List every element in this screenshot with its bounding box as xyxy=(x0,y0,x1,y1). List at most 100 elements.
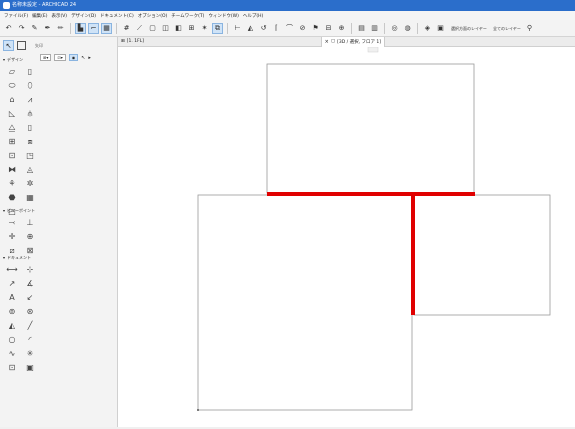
measure-icon[interactable]: ◫ xyxy=(160,23,171,34)
arc-tool-icon[interactable]: ◜ xyxy=(24,334,36,345)
tab-floor-plan[interactable]: ⊞ [1. 1FL] xyxy=(118,37,147,47)
elevation-icon[interactable]: ⊕ xyxy=(336,23,347,34)
cursor-icon[interactable]: ↖ xyxy=(81,55,85,61)
properties-icon[interactable]: ▥ xyxy=(369,23,380,34)
level-dimension-tool-icon[interactable]: ⊹ xyxy=(24,264,36,275)
navigator-icon[interactable]: ◎ xyxy=(389,23,400,34)
menu-teamwork[interactable]: チームワーク(T) xyxy=(171,13,204,19)
align-icon[interactable]: ⊢ xyxy=(232,23,243,34)
door-tool-icon[interactable]: ▯ xyxy=(24,122,36,133)
mirror-icon[interactable]: ◭ xyxy=(245,23,256,34)
section-view-icon[interactable]: ⊟ xyxy=(323,23,334,34)
window-tool-icon[interactable]: ⧈ xyxy=(24,136,36,147)
column-tool-icon[interactable]: ▯ xyxy=(24,66,36,77)
menu-edit[interactable]: 編集(E) xyxy=(32,13,47,19)
beam-tool-icon[interactable]: ⬭ xyxy=(6,80,18,91)
syringe-icon[interactable]: ✒ xyxy=(42,23,53,34)
section-design-header[interactable]: ▾ デザイン xyxy=(3,56,23,63)
rotate-icon[interactable]: ↺ xyxy=(258,23,269,34)
section-document-header[interactable]: ▾ ドキュメント xyxy=(3,254,31,261)
offset-icon[interactable]: ⌈ xyxy=(271,23,282,34)
zone-rect-top[interactable] xyxy=(266,63,475,194)
line-type-icon[interactable]: ⌐ xyxy=(88,22,99,34)
marquee-tool-icon[interactable] xyxy=(17,41,26,50)
trim-icon[interactable]: ⊘ xyxy=(297,23,308,34)
arrow-tool-icon[interactable]: ↖ xyxy=(3,40,14,51)
grid-element-tool-icon[interactable]: ⊚ xyxy=(6,306,18,317)
corner-window-tool-icon[interactable]: ◳ xyxy=(24,150,36,161)
picture-tool-icon[interactable]: ▣ xyxy=(24,362,36,373)
dimension-tool-icon[interactable]: ⟷ xyxy=(6,264,18,275)
pen-set-icon[interactable]: ▙ xyxy=(75,22,86,34)
magic-wand-icon[interactable]: ✶ xyxy=(199,23,210,34)
spline-tool-icon[interactable]: ∿ xyxy=(6,348,18,359)
text-tool-icon[interactable]: A xyxy=(6,292,18,303)
renovation-icon[interactable]: ⧉ xyxy=(212,22,223,34)
trace-icon[interactable]: ⊞ xyxy=(186,23,197,34)
morph-tool-icon[interactable]: ⬣ xyxy=(6,192,18,203)
model-viewport[interactable] xyxy=(118,46,575,427)
shell-tool-icon[interactable]: ⩘ xyxy=(24,94,36,105)
stair-tool-icon[interactable]: ◺ xyxy=(6,108,18,119)
suspend-groups-icon[interactable]: ◧ xyxy=(173,23,184,34)
worksheet-tool-icon[interactable]: ⊕ xyxy=(24,231,36,242)
skylight-tool-icon[interactable]: ⊡ xyxy=(6,150,18,161)
menu-file[interactable]: ファイル(F) xyxy=(4,13,28,19)
circle-tool-icon[interactable]: ○ xyxy=(6,334,18,345)
wall-end-tool-icon[interactable]: ⧓ xyxy=(6,164,18,175)
layer-selector[interactable]: 選択方面のレイヤー xyxy=(448,26,490,31)
drawing-tool-icon[interactable]: ⊡ xyxy=(6,362,18,373)
zone-tool-icon[interactable]: ✲ xyxy=(24,178,36,189)
figure-tool-icon[interactable]: ⊛ xyxy=(24,306,36,317)
lamp-tool-icon[interactable]: ◬ xyxy=(24,164,36,175)
display-order-icon[interactable]: ▤ xyxy=(356,23,367,34)
all-layers-selector[interactable]: 全てのレイヤー xyxy=(492,26,522,31)
pencil-icon[interactable]: ✏ xyxy=(55,23,66,34)
section-viewpoint-header[interactable]: ▾ ビューポイント xyxy=(3,207,35,214)
organizer-icon[interactable]: ◍ xyxy=(402,23,413,34)
elevation-tool-icon[interactable]: ⊥ xyxy=(24,217,36,228)
wall-tool-icon[interactable]: ▱ xyxy=(6,66,18,77)
mesh-tool-icon[interactable]: ⧋ xyxy=(6,122,18,133)
section-tool-icon[interactable]: ⤙ xyxy=(6,217,18,228)
layer-settings-icon[interactable]: ▣ xyxy=(435,23,446,34)
hotspot-tool-icon[interactable]: ✳ xyxy=(24,348,36,359)
menu-options[interactable]: オプション(O) xyxy=(138,13,168,19)
collapse-handle[interactable] xyxy=(367,46,379,53)
menu-help[interactable]: ヘルプ(H) xyxy=(243,13,263,19)
redo-icon[interactable]: ↷ xyxy=(16,23,27,34)
favorites-dropdown[interactable]: ◉ xyxy=(68,54,79,61)
flag-icon[interactable]: ⚑ xyxy=(310,23,321,34)
floor-plan-canvas[interactable] xyxy=(118,46,575,427)
label-tool-icon[interactable]: ↙ xyxy=(24,292,36,303)
close-tab-icon[interactable]: × xyxy=(325,39,329,45)
grid-snap-icon[interactable]: # xyxy=(121,23,132,34)
pin-icon[interactable]: ⚲ xyxy=(524,23,535,34)
menu-design[interactable]: デザイン(D) xyxy=(71,13,96,19)
guide-line-icon[interactable]: ⟋ xyxy=(134,23,145,34)
zone-rect-right[interactable] xyxy=(413,194,551,316)
fill-tool-icon[interactable]: ◭ xyxy=(6,320,18,331)
slab-tool-icon[interactable]: ⬯ xyxy=(24,80,36,91)
roof-tool-icon[interactable]: ⌂ xyxy=(6,94,18,105)
interior-elevation-tool-icon[interactable]: ✛ xyxy=(6,231,18,242)
angle-dimension-tool-icon[interactable]: ∡ xyxy=(24,278,36,289)
structure-dropdown[interactable]: ⊡▾ xyxy=(54,54,66,61)
object-tool-icon[interactable]: ⚘ xyxy=(6,178,18,189)
zone-rect-left[interactable] xyxy=(197,194,413,411)
snap-icon[interactable]: ▢ xyxy=(147,23,158,34)
more-chevron-icon[interactable]: ▸ xyxy=(88,55,91,61)
railing-tool-icon[interactable]: ⫛ xyxy=(24,108,36,119)
radial-dimension-tool-icon[interactable]: ↗ xyxy=(6,278,18,289)
eyedropper-icon[interactable]: ✎ xyxy=(29,23,40,34)
menu-document[interactable]: ドキュメント(C) xyxy=(100,13,134,19)
menu-window[interactable]: ウィンドウ(W) xyxy=(208,13,238,19)
curtain-wall-tool-icon[interactable]: ⊞ xyxy=(6,136,18,147)
zone-grid-tool-icon[interactable]: ▦ xyxy=(24,192,36,203)
fillet-icon[interactable]: ⌒ xyxy=(284,23,295,34)
undo-icon[interactable]: ↶ xyxy=(3,23,14,34)
wall-set-dropdown[interactable]: ⊞▾ xyxy=(40,54,52,61)
menu-view[interactable]: 表示(V) xyxy=(51,13,67,19)
3d-window-icon[interactable]: ◈ xyxy=(422,23,433,34)
line-tool-icon[interactable]: ╱ xyxy=(24,320,36,331)
